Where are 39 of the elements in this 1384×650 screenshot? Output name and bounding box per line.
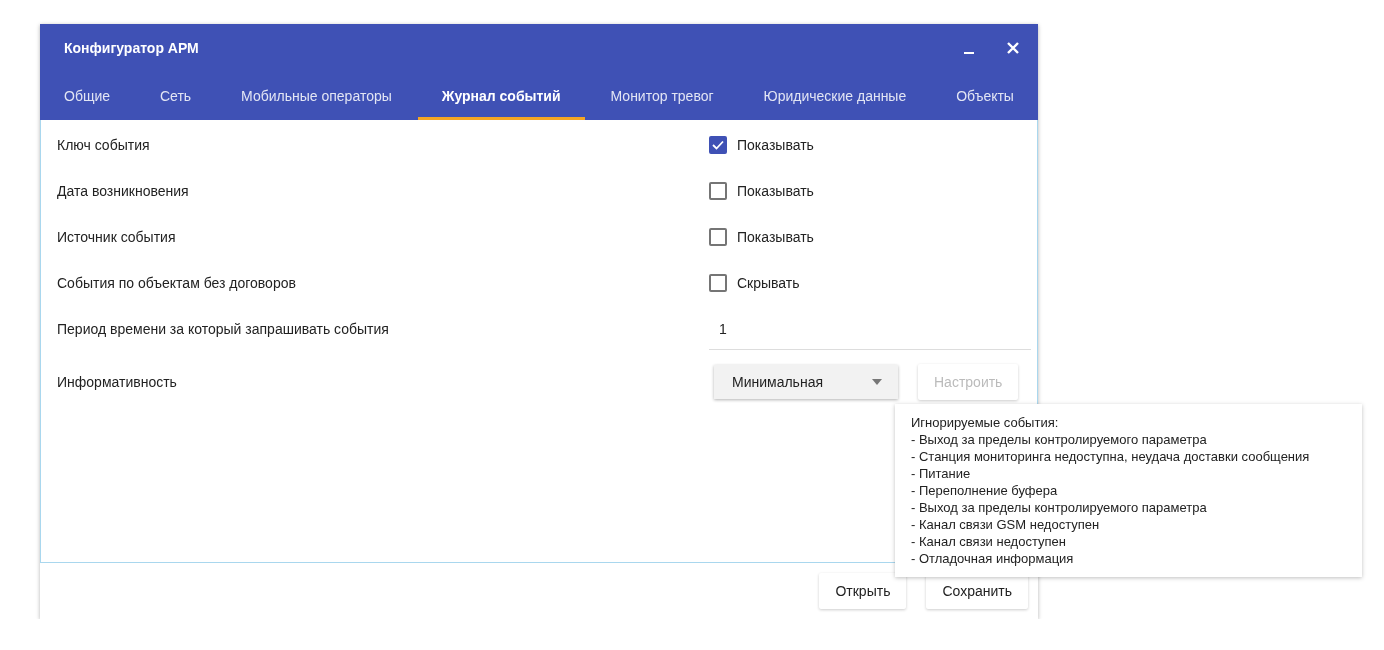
checkbox[interactable]	[709, 182, 727, 200]
window-title: Конфигуратор АРМ	[64, 40, 200, 56]
tooltip-line: - Станция мониторинга недоступна, неудача доставки сообщения	[911, 448, 1311, 465]
tooltip-line: - Отладочная информация	[911, 550, 1075, 567]
tab[interactable]: Сеть	[136, 72, 216, 120]
caret-icon	[872, 379, 882, 385]
checkbox-option[interactable]: Показывать	[709, 136, 814, 154]
setting-label: Ключ события	[57, 137, 151, 153]
tab[interactable]: Объекты	[932, 72, 1038, 120]
close-button[interactable]	[1006, 41, 1020, 55]
dropdown[interactable]: Минимальная	[714, 365, 898, 399]
tab[interactable]: Монитор тревог	[586, 72, 738, 120]
checkbox[interactable]	[709, 228, 727, 246]
tooltip-line: - Выход за пределы контролируемого параметра	[911, 499, 1208, 516]
tab[interactable]: Юридические данные	[739, 72, 931, 120]
setting-label: Информативность	[57, 374, 178, 390]
close-icon	[1006, 41, 1020, 55]
tab[interactable]: Журнал событий	[417, 72, 585, 120]
tooltip-line: - Выход за пределы контролируемого параметра	[911, 431, 1208, 448]
checkbox-option[interactable]: Показывать	[709, 228, 814, 246]
tab[interactable]: Мобильные операторы	[217, 72, 416, 120]
input-field[interactable]: 1	[709, 308, 1031, 350]
tooltip-title: Игнорируемые события:	[911, 414, 1060, 431]
setting-label: Дата возникновения	[57, 183, 190, 199]
checkbox-option[interactable]: Скрывать	[709, 274, 800, 292]
setting-label: Источник события	[57, 229, 177, 245]
checkbox[interactable]	[709, 136, 727, 154]
footer-button[interactable]: Открыть	[819, 573, 907, 609]
tab[interactable]: Общие	[40, 72, 135, 120]
setting-label: События по объектам без договоров	[57, 275, 297, 291]
tooltip-line: - Питание	[911, 465, 972, 482]
checkbox-option[interactable]: Показывать	[709, 182, 814, 200]
tooltip-line: - Канал связи GSM недоступен	[911, 516, 1101, 533]
setting-label: Период времени за который запрашивать события	[57, 321, 390, 337]
tooltip-line: - Переполнение буфера	[911, 482, 1059, 499]
check-icon	[712, 140, 724, 150]
tooltip-line: - Канал связи недоступен	[911, 533, 1067, 550]
minimize-icon	[964, 52, 974, 54]
checkbox[interactable]	[709, 274, 727, 292]
